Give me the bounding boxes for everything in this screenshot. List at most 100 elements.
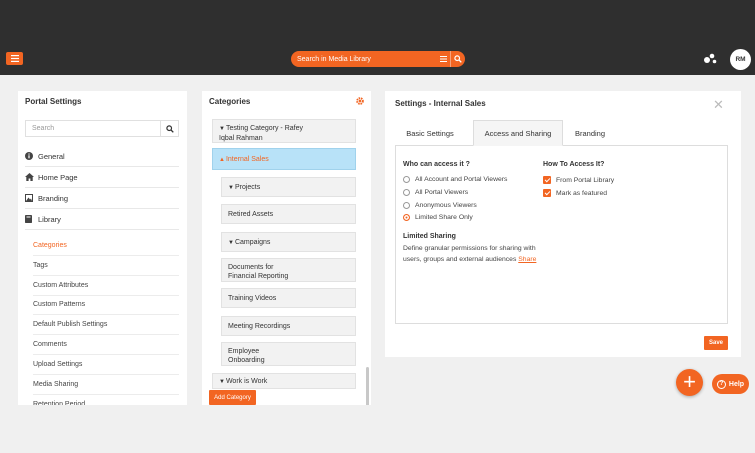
radio-button[interactable] <box>403 202 410 209</box>
category-employee-onboarding[interactable]: Employee Onboarding <box>221 342 356 366</box>
nav-home-page-label: Home Page <box>38 172 78 182</box>
category-work-is-work[interactable]: ▼Work is Work <box>212 373 356 389</box>
tab-basic-settings[interactable]: Basic Settings <box>395 120 465 146</box>
radio-button[interactable] <box>403 189 410 196</box>
nav-library-label: Library <box>38 214 61 224</box>
how-to-access-label: How To Access It? <box>543 161 605 168</box>
category-label: Documents for <box>228 264 274 271</box>
category-label-line2: Onboarding <box>228 357 265 364</box>
media-search-input[interactable]: Search in Media Library <box>297 56 436 63</box>
hamburger-icon <box>10 55 19 62</box>
library-item-categories[interactable]: Categories <box>33 236 179 256</box>
search-icon[interactable] <box>451 51 465 67</box>
top-bar: Search in Media Library RM <box>0 0 755 75</box>
nav-home-page[interactable]: Home Page <box>25 167 179 188</box>
chevron-down-icon: ▼ <box>228 185 234 191</box>
limited-sharing-description: Define granular permissions for sharing … <box>403 244 543 265</box>
category-label: Meeting Recordings <box>228 323 291 330</box>
category-label: Training Videos <box>228 295 277 302</box>
image-icon <box>25 194 38 202</box>
nav-general[interactable]: General <box>25 146 179 167</box>
help-button[interactable]: ? Help <box>712 374 749 394</box>
categories-title: Categories <box>209 97 251 106</box>
library-item-custom-patterns[interactable]: Custom Patterns <box>33 295 179 315</box>
categories-panel: Categories ▼Testing Category - Rafey Iqb… <box>202 91 371 405</box>
category-retired-assets[interactable]: Retired Assets <box>221 204 356 224</box>
radio-all-account-portal-viewers[interactable]: All Account and Portal Viewers <box>403 176 507 183</box>
library-item-upload-settings[interactable]: Upload Settings <box>33 355 179 375</box>
category-label-line2: Iqbal Rahman <box>219 135 263 142</box>
close-icon[interactable]: ✕ <box>713 97 724 113</box>
library-item-custom-attributes[interactable]: Custom Attributes <box>33 276 179 296</box>
add-category-button[interactable]: Add Category <box>209 390 256 405</box>
category-label: Internal Sales <box>225 156 269 163</box>
access-sharing-content: Who can access it ? All Account and Port… <box>395 146 728 324</box>
category-label: Retired Assets <box>228 211 274 218</box>
category-label: Work is Work <box>225 378 268 385</box>
save-button[interactable]: Save <box>704 336 728 350</box>
settings-search-input[interactable]: Search <box>26 121 160 136</box>
category-training-videos[interactable]: Training Videos <box>221 288 356 308</box>
checkbox-from-portal-library[interactable]: From Portal Library <box>543 176 614 184</box>
hamburger-menu-button[interactable] <box>6 52 23 65</box>
integrations-icon[interactable] <box>703 53 717 65</box>
filter-list-icon[interactable] <box>436 51 450 67</box>
user-avatar[interactable]: RM <box>730 49 751 70</box>
settings-tabs: Basic Settings Access and Sharing Brandi… <box>395 120 728 146</box>
settings-title: Settings - Internal Sales <box>395 99 486 108</box>
settings-search-button[interactable] <box>160 121 178 136</box>
add-fab-button[interactable]: + <box>676 369 703 396</box>
share-link[interactable]: Share <box>518 256 536 263</box>
category-meeting-recordings[interactable]: Meeting Recordings <box>221 316 356 336</box>
checkbox-mark-as-featured[interactable]: Mark as featured <box>543 189 607 197</box>
media-library-search[interactable]: Search in Media Library <box>291 51 465 67</box>
radio-button-selected[interactable] <box>403 214 410 221</box>
home-icon <box>25 173 38 181</box>
search-icon <box>165 124 174 133</box>
category-label: Campaigns <box>234 239 271 246</box>
category-projects[interactable]: ▼Projects <box>221 177 356 197</box>
chevron-down-icon: ▼ <box>219 379 225 385</box>
radio-limited-share-only[interactable]: Limited Share Only <box>403 214 473 221</box>
nav-library[interactable]: Library <box>25 209 179 230</box>
tab-access-and-sharing[interactable]: Access and Sharing <box>473 120 563 146</box>
settings-search[interactable]: Search <box>25 120 179 137</box>
radio-label: All Portal Viewers <box>415 189 469 196</box>
library-item-media-sharing[interactable]: Media Sharing <box>33 375 179 395</box>
category-label: Testing Category - Rafey <box>225 125 303 132</box>
library-item-default-publish-settings[interactable]: Default Publish Settings <box>33 315 179 335</box>
nav-branding[interactable]: Branding <box>25 188 179 209</box>
checkbox-label: From Portal Library <box>556 176 615 184</box>
checkbox-checked[interactable] <box>543 176 551 184</box>
category-label-line2: Financial Reporting <box>228 273 289 280</box>
book-icon <box>25 215 38 223</box>
chevron-down-icon: ▼ <box>228 240 234 246</box>
library-item-comments[interactable]: Comments <box>33 335 179 355</box>
radio-label: All Account and Portal Viewers <box>415 176 508 183</box>
radio-all-portal-viewers[interactable]: All Portal Viewers <box>403 189 468 196</box>
nav-branding-label: Branding <box>38 193 69 203</box>
category-label: Projects <box>234 184 261 191</box>
checkbox-checked[interactable] <box>543 189 551 197</box>
question-icon: ? <box>716 379 726 389</box>
category-campaigns[interactable]: ▼Campaigns <box>221 232 356 252</box>
category-documents-financial[interactable]: Documents for Financial Reporting <box>221 258 356 282</box>
gear-icon[interactable] <box>356 97 364 105</box>
radio-button[interactable] <box>403 176 410 183</box>
library-item-retention-period[interactable]: Retention Period <box>33 395 179 405</box>
categories-scrollbar[interactable] <box>366 367 369 405</box>
radio-label: Limited Share Only <box>415 214 473 221</box>
checkbox-label: Mark as featured <box>556 189 607 197</box>
category-label: Employee <box>228 348 260 355</box>
nav-general-label: General <box>38 151 65 161</box>
radio-anonymous-viewers[interactable]: Anonymous Viewers <box>403 202 477 209</box>
who-can-access-label: Who can access it ? <box>403 161 470 168</box>
settings-panel: Settings - Internal Sales ✕ Basic Settin… <box>385 91 741 357</box>
info-icon <box>25 152 38 160</box>
portal-settings-panel: Portal Settings Search General Home Page… <box>18 91 187 405</box>
library-item-tags[interactable]: Tags <box>33 256 179 276</box>
tab-branding[interactable]: Branding <box>563 120 617 146</box>
category-testing[interactable]: ▼Testing Category - Rafey Iqbal Rahman <box>212 119 356 143</box>
category-internal-sales[interactable]: ▲Internal Sales <box>212 148 356 170</box>
portal-settings-title: Portal Settings <box>25 97 82 106</box>
